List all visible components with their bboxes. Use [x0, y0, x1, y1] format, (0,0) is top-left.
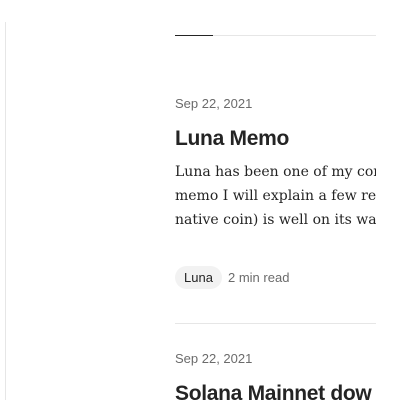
article-excerpt[interactable]: Luna has been one of my core memo I will… — [175, 160, 376, 232]
read-time: 2 min read — [228, 270, 290, 285]
article-date: Sep 22, 2021 — [175, 96, 253, 111]
article-feed: Sep 22, 2021 Luna Memo Luna has been one… — [175, 0, 376, 400]
excerpt-line: Luna has been one of my core — [175, 164, 376, 180]
article-divider — [175, 323, 376, 324]
article-date: Sep 22, 2021 — [175, 351, 253, 366]
article-title[interactable]: Solana Mainnet dow — [175, 382, 372, 400]
excerpt-line: native coin) is well on its way — [175, 212, 376, 228]
article-title[interactable]: Luna Memo — [175, 127, 289, 151]
excerpt-line: memo I will explain a few rea — [175, 188, 376, 204]
left-divider — [5, 22, 6, 400]
active-tab-indicator — [175, 35, 213, 36]
tag-chip[interactable]: Luna — [175, 266, 222, 289]
